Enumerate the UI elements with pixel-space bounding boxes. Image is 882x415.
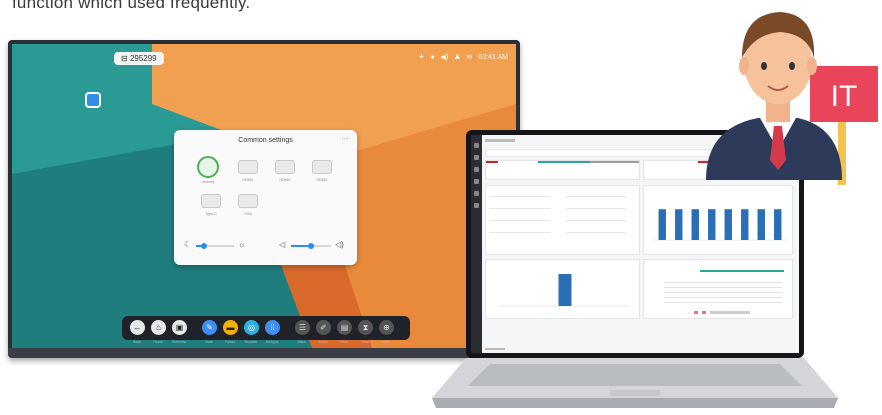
wifi-icon[interactable]: ≋ <box>467 53 473 61</box>
room-id-badge[interactable]: ⊟ 295299 <box>114 52 164 65</box>
nav-icon[interactable] <box>474 203 479 208</box>
nav-icon[interactable] <box>474 191 479 196</box>
stat-accent <box>486 161 498 163</box>
usage-chart-card <box>643 185 793 255</box>
it-sign-text: IT <box>831 80 858 113</box>
app-header-title <box>485 139 515 142</box>
caption-text: function which used frequently. <box>12 0 251 12</box>
it-support-person: IT <box>706 12 878 185</box>
apps-icon[interactable]: ⁞⁞ <box>265 320 280 335</box>
clear-icon[interactable]: ▤ <box>337 320 352 335</box>
nav-icon[interactable] <box>474 167 479 172</box>
tile-label: HDMI2 <box>279 178 291 182</box>
brightness-icon: ☾ <box>184 240 192 249</box>
volume-low-icon: ◁ <box>279 240 286 249</box>
dock-label: Folder <box>225 340 235 344</box>
pagination[interactable] <box>710 311 750 314</box>
dock-label: Note <box>205 340 213 344</box>
more-options-icon[interactable]: ··· <box>341 134 349 143</box>
chart-bar <box>757 209 765 240</box>
usage-bar-chart <box>654 209 786 241</box>
tile-label: Android <box>201 180 215 184</box>
source-typec-tile[interactable] <box>201 194 221 208</box>
nav-icon[interactable] <box>474 143 479 148</box>
chart-bar <box>741 209 749 240</box>
puzzle-icon[interactable]: ✦ <box>418 53 424 61</box>
dock-label: Overview <box>171 340 187 344</box>
dock-label: More <box>382 340 390 344</box>
footer-text <box>485 348 505 350</box>
settings-title: Common settings <box>238 137 293 144</box>
panel-bezel-bottom <box>8 348 520 358</box>
volume-knob[interactable] <box>308 243 314 249</box>
note-icon[interactable]: ✎ <box>202 320 217 335</box>
clock: 03:41 AM <box>478 53 508 61</box>
home-icon[interactable]: ⌂ <box>151 320 166 335</box>
source-android-tile[interactable] <box>197 156 219 178</box>
sun-icon: ☼ <box>238 240 246 249</box>
panel-screen: ⊟ 295299 ✦ ● ◀) ♟ ≋ 03:41 AM Common sett… <box>12 44 516 348</box>
source-hdmi3-tile[interactable] <box>312 160 332 174</box>
pen-icon[interactable]: ✐ <box>316 320 331 335</box>
folder-icon[interactable]: ▬ <box>223 320 238 335</box>
dock-label: Browser <box>244 340 258 344</box>
more-icon[interactable]: ⊕ <box>379 320 394 335</box>
device-list-card <box>485 185 640 255</box>
chart-bar <box>691 209 699 240</box>
status-bar: ✦ ● ◀) ♟ ≋ 03:41 AM <box>418 53 508 62</box>
dock-label: Timer <box>360 340 370 344</box>
laptop-base <box>432 358 838 408</box>
stat-accent <box>590 161 639 163</box>
source-vga-tile[interactable] <box>238 194 258 208</box>
volume-icon[interactable]: ◀) <box>441 53 449 61</box>
chart-bar <box>675 209 683 240</box>
person-icon[interactable]: ♟ <box>454 53 460 61</box>
table-card <box>643 259 793 319</box>
activity-chart-card <box>485 259 640 319</box>
interactive-panel: ⊟ 295299 ✦ ● ◀) ♟ ≋ 03:41 AM Common sett… <box>8 40 520 358</box>
dock-label: Annot <box>318 340 328 344</box>
dock-label: Home <box>153 340 163 344</box>
pagination[interactable] <box>694 311 698 314</box>
chart-bar <box>558 274 572 306</box>
display-icon: ⊟ <box>121 54 128 63</box>
nav-icon[interactable] <box>474 155 479 160</box>
dock-label: All Apps <box>265 340 279 344</box>
stats-card-left <box>485 160 640 180</box>
tile-label: Type-C <box>205 212 217 216</box>
record-icon[interactable]: ● <box>430 54 434 61</box>
tile-label: HDMI1 <box>242 178 254 182</box>
tile-label: VGA <box>244 212 252 216</box>
common-settings-dialog: Common settings ··· Android HDMI1 HDMI2 … <box>174 130 357 265</box>
nav-icon[interactable] <box>474 179 479 184</box>
brightness-knob[interactable] <box>200 243 207 249</box>
back-icon[interactable]: ← <box>130 320 145 335</box>
activity-bar-chart <box>500 274 630 307</box>
timer-icon[interactable]: ⧗ <box>358 320 373 335</box>
chart-bar <box>658 209 666 240</box>
app-sidebar <box>471 135 482 353</box>
chart-bar <box>724 209 732 240</box>
progress-bar <box>700 270 784 272</box>
dock-label: Menu <box>297 340 307 344</box>
menu-icon[interactable]: ☰ <box>295 320 310 335</box>
dock-label: Back <box>133 340 141 344</box>
room-id: 295299 <box>129 54 157 63</box>
overview-icon[interactable]: ▣ <box>172 320 187 335</box>
tile-label: HDMI3 <box>316 178 328 182</box>
browser-icon[interactable]: ◎ <box>244 320 259 335</box>
source-hdmi2-tile[interactable] <box>275 160 295 174</box>
source-hdmi1-tile[interactable] <box>238 160 258 174</box>
volume-high-icon: ◁) <box>335 240 344 249</box>
desktop-app-icon[interactable] <box>85 92 101 108</box>
pagination[interactable] <box>702 311 706 314</box>
bottom-dock: ← ⌂ ▣ ✎ ▬ ◎ ⁞⁞ ☰ ✐ ▤ ⧗ ⊕ Back Home Overv… <box>122 316 410 344</box>
chart-bar <box>708 209 716 240</box>
chart-bar <box>774 209 782 240</box>
dock-label: Clear <box>339 340 349 344</box>
